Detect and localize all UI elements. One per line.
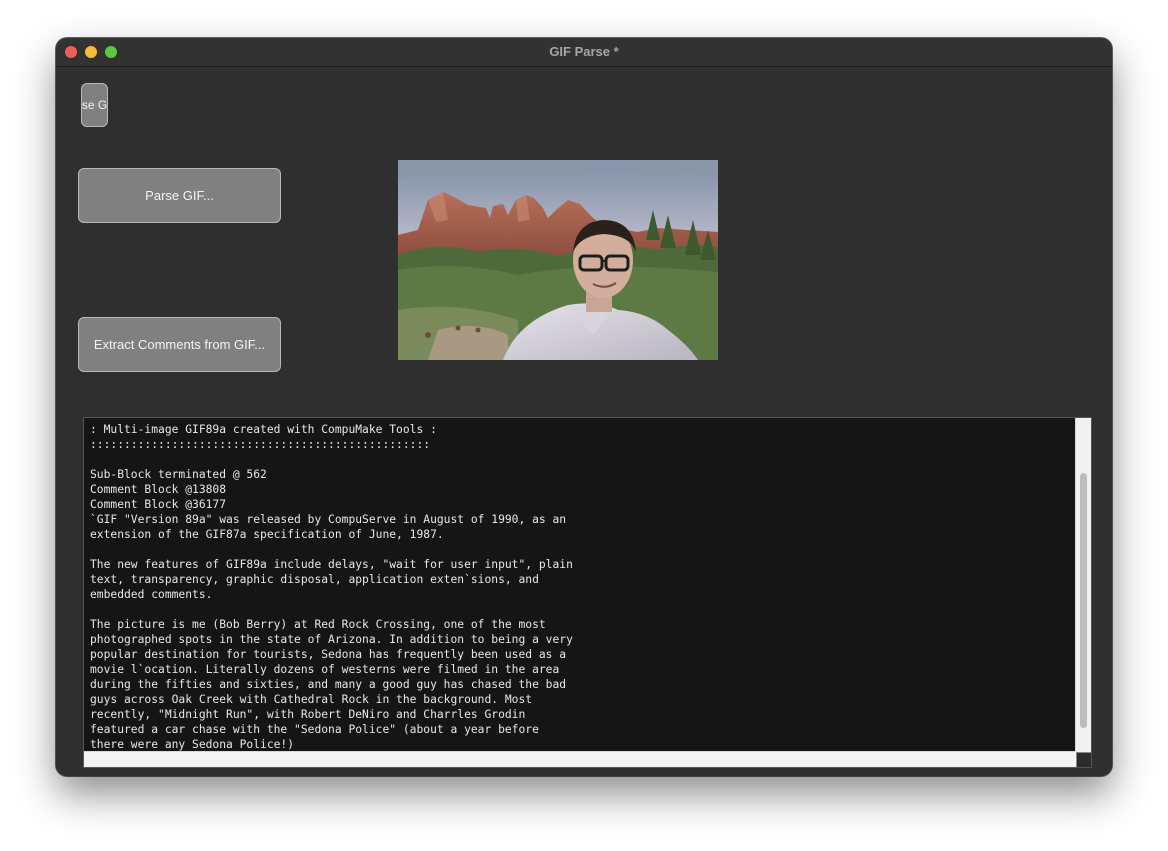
truncated-parse-button[interactable]: se G [81,83,108,127]
vertical-scroll-thumb[interactable] [1080,473,1087,728]
photo-icon [398,160,718,360]
extract-comments-button[interactable]: Extract Comments from GIF... [78,317,281,372]
comments-output-panel: : Multi-image GIF89a created with CompuM… [83,417,1092,768]
parse-gif-button[interactable]: Parse GIF... [78,168,281,223]
horizontal-scrollbar[interactable] [84,751,1076,767]
app-window: GIF Parse * se G Parse GIF... Extract Co… [56,38,1112,776]
title-bar[interactable]: GIF Parse * [56,38,1112,67]
resize-corner [1076,752,1091,767]
comments-output-text[interactable]: : Multi-image GIF89a created with CompuM… [84,418,1076,753]
vertical-scrollbar[interactable] [1075,418,1091,753]
window-title: GIF Parse * [549,44,619,59]
gif-preview-image [398,160,718,360]
